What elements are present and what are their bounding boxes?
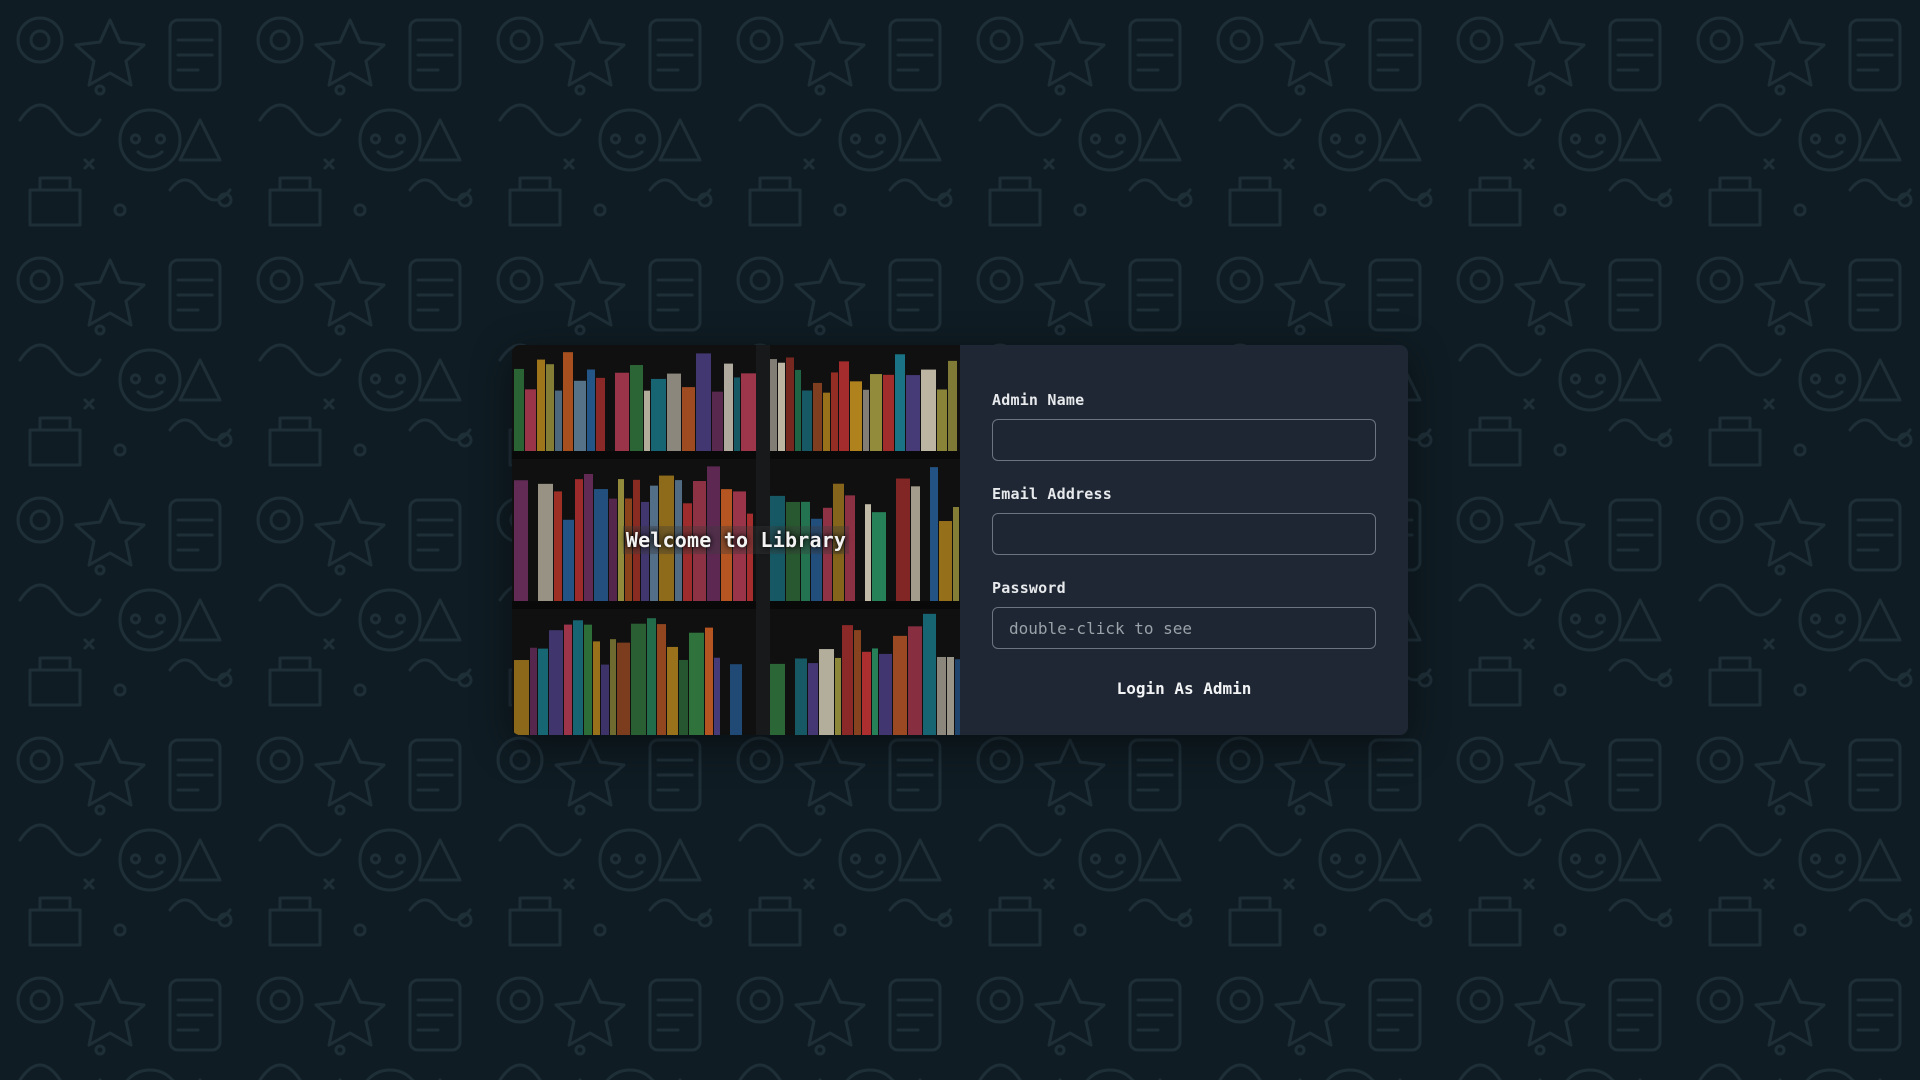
hero-title: Welcome to Library	[512, 526, 960, 554]
hero-panel: Welcome to Library	[512, 345, 960, 735]
password-label: Password	[992, 579, 1066, 597]
login-as-admin-button[interactable]: Login As Admin	[1105, 673, 1264, 704]
password-input[interactable]	[992, 607, 1376, 649]
login-card: Welcome to Library Admin Name Email Addr…	[512, 345, 1408, 735]
admin-login-form: Admin Name Email Address Password Login …	[960, 345, 1408, 735]
admin-name-label: Admin Name	[992, 391, 1085, 409]
email-input[interactable]	[992, 513, 1376, 555]
email-label: Email Address	[992, 485, 1112, 503]
hero-title-text: Welcome to Library	[622, 526, 850, 554]
admin-name-input[interactable]	[992, 419, 1376, 461]
